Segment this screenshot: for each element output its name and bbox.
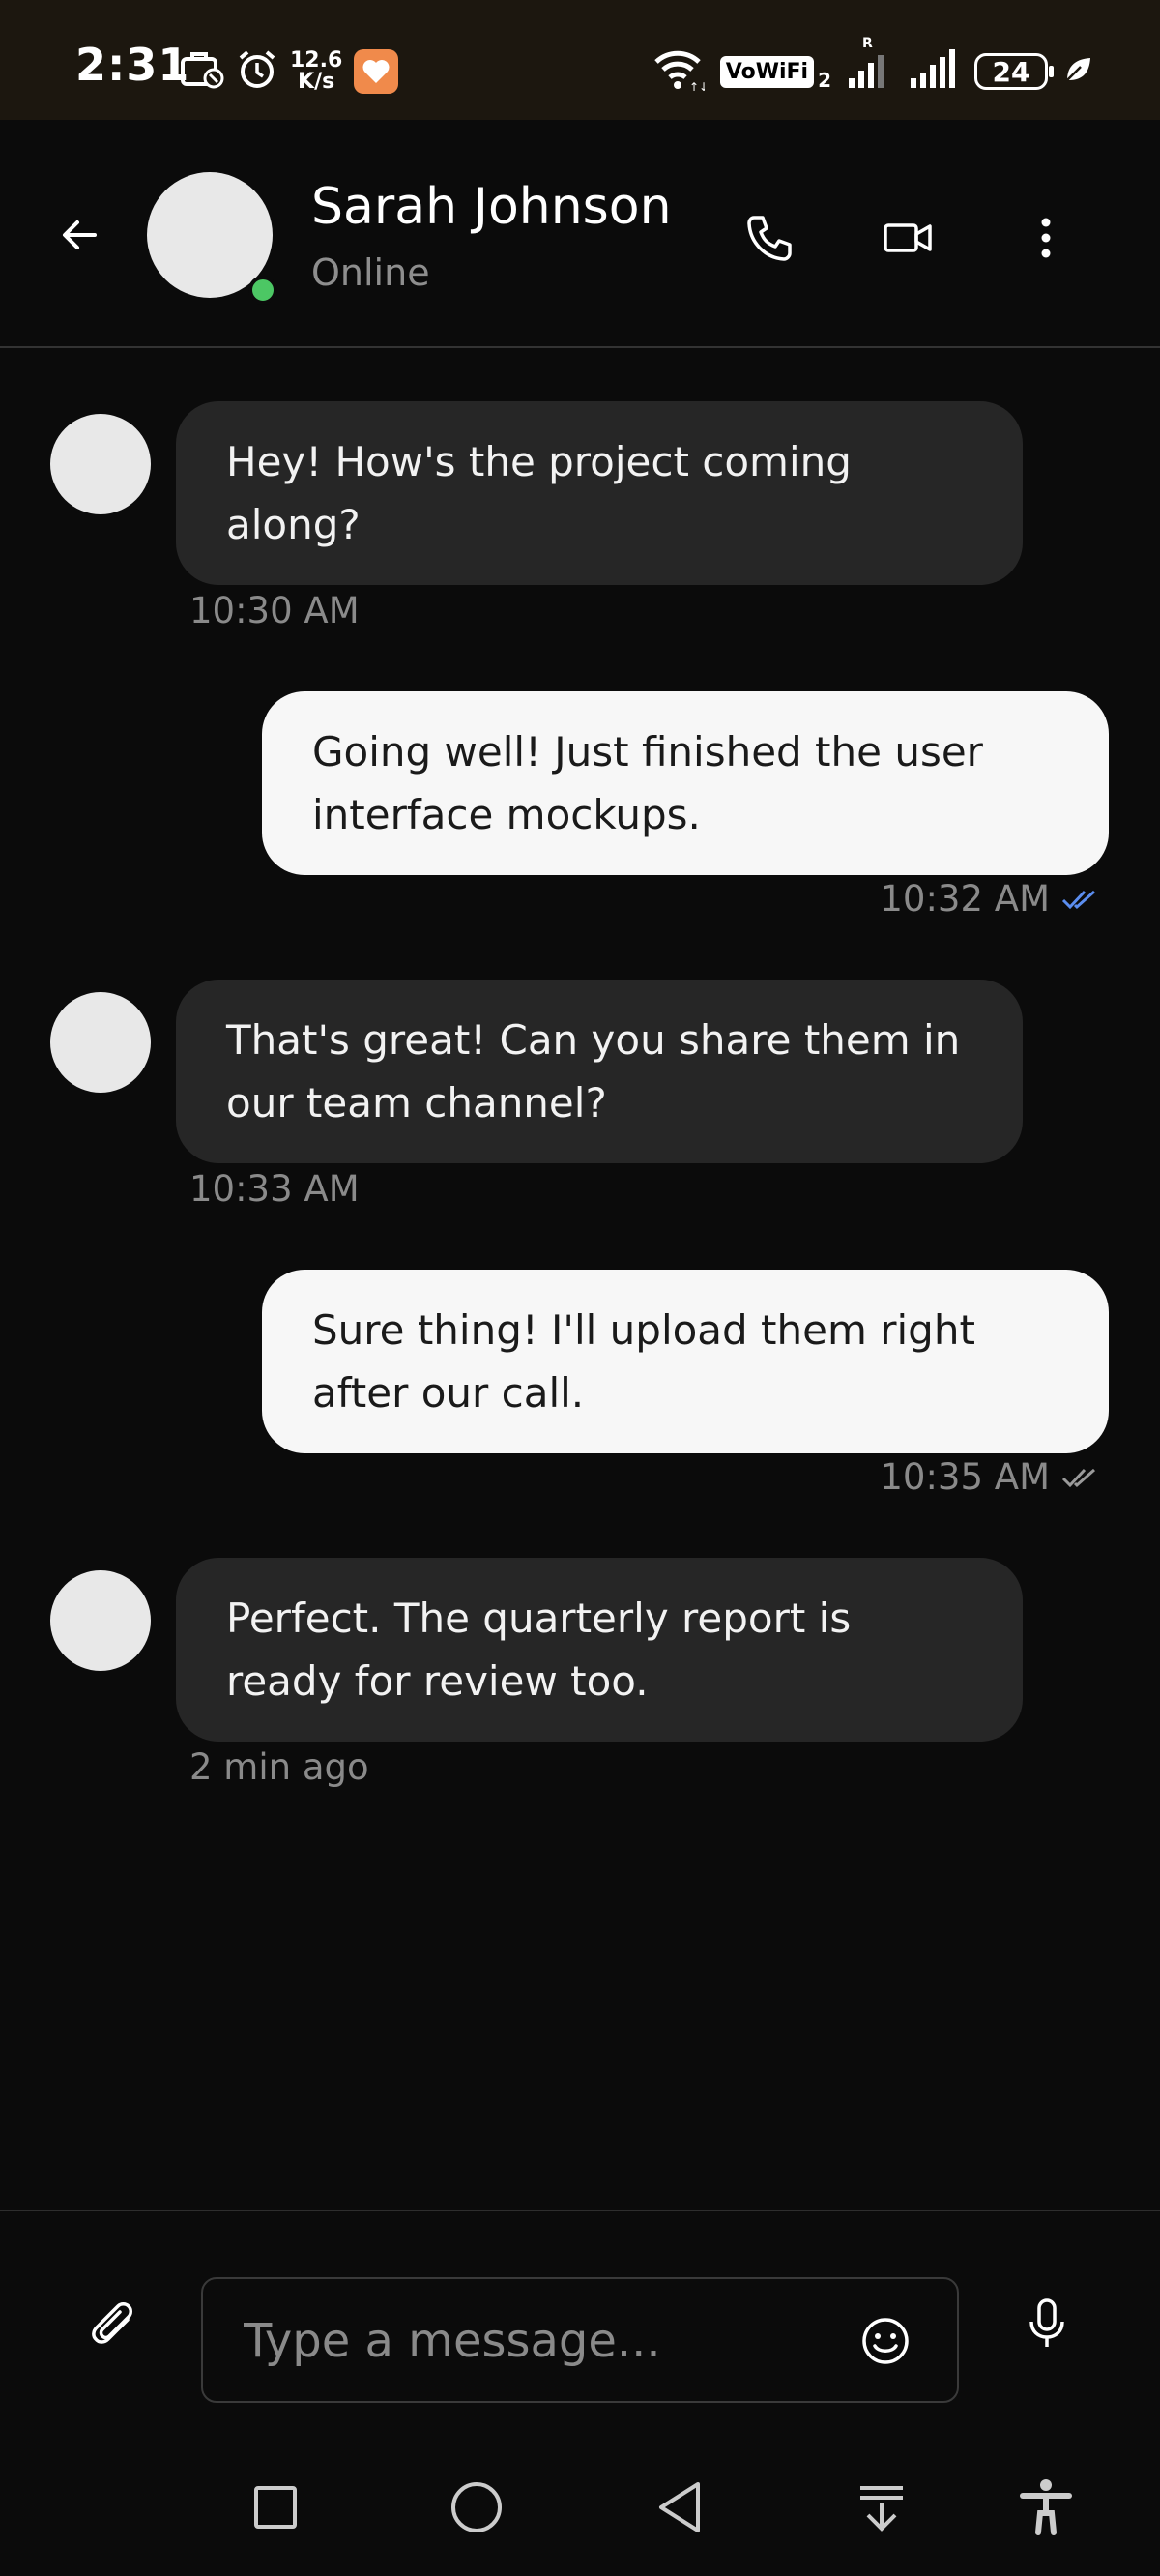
message-text-line: interface mockups. [312,791,701,838]
message-input-box[interactable] [201,2277,959,2403]
message-timestamp: 10:30 AM [189,590,360,631]
incoming-message-bubble[interactable]: Hey! How's the project coming along? [176,401,1023,585]
message-meta: 10:35 AM [880,1456,1100,1498]
message-meta: 10:32 AM [880,878,1100,920]
pull-down-icon [860,2486,903,2532]
paperclip-icon [92,2302,132,2344]
incoming-message-bubble[interactable]: That's great! Can you share them in our … [176,980,1023,1163]
vowifi-sim-number: 2 [818,69,831,92]
alarm-icon [236,48,278,95]
battery-level: 24 [992,55,1030,88]
message-text-line: Perfect. The quarterly report is [226,1595,852,1642]
net-speed-value: 12.6 [290,48,343,73]
contact-name[interactable]: Sarah Johnson [311,178,672,236]
status-right-icons: ↑↓ VoWiFi 2 R 24 [652,36,1092,99]
emoji-button[interactable] [860,2316,911,2366]
home-button[interactable] [446,2476,508,2538]
net-speed: 12.6 K/s [290,50,342,93]
message-input[interactable] [242,2306,826,2376]
work-profile-icon [180,49,224,94]
vowifi-badge: VoWiFi [719,55,815,88]
leaf-icon [1063,55,1092,88]
message-text-line: along? [226,501,361,548]
sender-avatar[interactable] [50,992,151,1093]
phone-icon [747,216,792,261]
recents-square-icon [254,2486,297,2529]
contact-status: Online [311,251,430,294]
message-text-line: That's great! Can you share them in [226,1016,961,1064]
outgoing-message-bubble[interactable]: Going well! Just finished the user inter… [262,691,1109,875]
accessibility-button[interactable] [1015,2476,1077,2538]
notification-pulldown-button[interactable] [851,2476,913,2538]
message-text-line: Hey! How's the project coming [226,438,852,485]
incoming-message-bubble[interactable]: Perfect. The quarterly report is ready f… [176,1558,1023,1742]
message-text-line: our team channel? [226,1079,607,1127]
recents-button[interactable] [245,2476,306,2538]
wifi-icon: ↑↓ [652,48,709,95]
voice-message-button[interactable] [1020,2295,1074,2353]
signal-roaming-icon: R [847,36,893,94]
online-indicator [248,276,277,305]
message-text-line: after our call. [312,1369,585,1417]
svg-text:↑↓: ↑↓ [689,80,705,91]
battery-icon: 24 [974,53,1054,90]
accessibility-icon [1020,2479,1072,2535]
delivered-receipt-icon [1061,1468,1095,1487]
app-notification-icon [354,49,399,94]
roaming-label: R [862,36,873,51]
signal-icon [909,49,959,94]
status-time: 2:31 [75,39,190,91]
video-icon [884,223,932,252]
message-timestamp: 10:33 AM [189,1168,360,1210]
more-options-button[interactable] [1017,209,1075,267]
home-circle-icon [451,2482,502,2532]
video-call-button[interactable] [880,209,938,267]
message-list[interactable]: Hey! How's the project coming along? 10:… [0,348,1160,2210]
message-text-line: ready for review too. [226,1657,649,1705]
voice-call-button[interactable] [740,209,798,267]
back-arrow-icon [63,220,97,249]
sender-avatar[interactable] [50,414,151,514]
microphone-icon [1030,2298,1064,2347]
read-receipt-icon [1061,890,1095,909]
message-text-line: Going well! Just finished the user [312,728,983,776]
message-text-line: Sure thing! I'll upload them right [312,1306,975,1354]
system-nav-bar [0,2442,1160,2576]
status-bar: 2:31 12.6 K/s ↑↓ VoWiFi 2 R 24 [0,0,1160,120]
message-timestamp: 10:35 AM [880,1456,1050,1498]
composer-bar [0,2210,1160,2442]
chat-header: Sarah Johnson Online [0,120,1160,348]
more-vert-icon [1041,218,1051,258]
net-speed-unit: K/s [298,70,335,94]
back-nav-button[interactable] [650,2476,711,2538]
status-left-icons: 12.6 K/s [180,44,399,99]
emoji-icon [862,2318,909,2364]
outgoing-message-bubble[interactable]: Sure thing! I'll upload them right after… [262,1270,1109,1453]
message-timestamp: 2 min ago [189,1746,369,1788]
back-button[interactable] [56,212,102,258]
sender-avatar[interactable] [50,1570,151,1671]
back-triangle-icon [659,2482,700,2532]
message-timestamp: 10:32 AM [880,878,1050,920]
attach-button[interactable] [85,2295,139,2349]
